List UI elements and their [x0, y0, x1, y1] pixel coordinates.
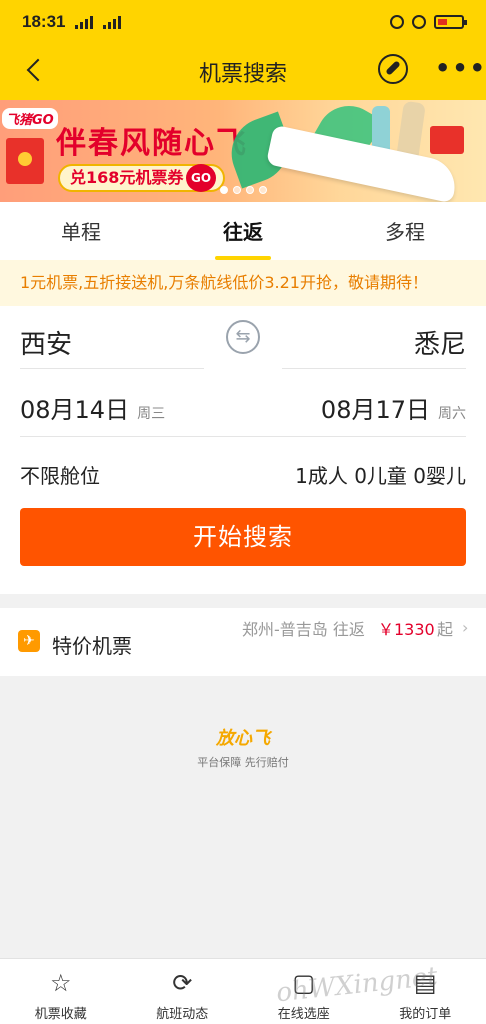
- nav-bar: 机票搜索 •••: [0, 44, 486, 100]
- more-icon[interactable]: •••: [435, 56, 486, 80]
- compass-icon[interactable]: [378, 54, 408, 84]
- back-arrow-icon[interactable]: [20, 56, 50, 86]
- swap-icon[interactable]: [226, 320, 260, 354]
- trip-type-tabs: 单程 往返 多程: [0, 202, 486, 260]
- search-button[interactable]: 开始搜索: [20, 508, 466, 566]
- tab-round-trip[interactable]: 往返: [162, 202, 324, 260]
- assurance-tagline: 平台保障 先行赔付: [197, 756, 289, 769]
- lock-rotation-icon: [390, 15, 404, 29]
- nav-item-favorites[interactable]: ☆ 机票收藏: [0, 959, 122, 1024]
- notice-bar[interactable]: 1元机票,五折接送机,万条航线低价3.21开抢，敬请期待！: [0, 260, 486, 306]
- pagination-dot: [259, 186, 267, 194]
- tab-one-way[interactable]: 单程: [0, 202, 162, 260]
- signal-icon-2: [103, 15, 122, 29]
- star-icon: ☆: [49, 969, 72, 997]
- gift-decoration: [430, 126, 464, 154]
- nav-label: 我的订单: [399, 1007, 452, 1022]
- status-time: 18:31: [22, 12, 66, 31]
- return-weekday: 周六: [438, 406, 466, 422]
- battery-icon: [434, 15, 467, 29]
- depart-date[interactable]: 08月14日 周三: [20, 390, 165, 425]
- special-fare-price: ￥1330: [378, 620, 435, 639]
- top-bar: 18:31 机票搜索 •••: [0, 0, 486, 100]
- cabin-class-selector[interactable]: 不限舱位: [20, 460, 100, 489]
- return-date[interactable]: 08月17日 周六: [321, 390, 466, 425]
- from-city[interactable]: 西安: [20, 324, 72, 361]
- signal-icon: [75, 15, 94, 29]
- special-fare-icon: [18, 630, 40, 652]
- chevron-right-icon: ›: [462, 618, 469, 637]
- return-date-value: 08月17日: [320, 396, 430, 424]
- banner-logo: 飞猪GO: [2, 108, 58, 129]
- status-right: [390, 15, 467, 29]
- passenger-selector[interactable]: 1成人 0儿童 0婴儿: [295, 460, 466, 489]
- pagination-dot: [233, 186, 241, 194]
- nav-label: 在线选座: [277, 1007, 330, 1022]
- special-fares-title: 特价机票: [52, 634, 132, 658]
- status-bar: 18:31: [0, 0, 486, 44]
- pagination-dot: [246, 186, 254, 194]
- pagination-dot: [220, 186, 228, 194]
- nav-item-flight-status[interactable]: ⟳ 航班动态: [122, 959, 244, 1024]
- special-fare-route: 郑州-普吉岛 往返: [242, 620, 365, 639]
- divider: [20, 436, 466, 437]
- nav-label: 机票收藏: [34, 1007, 87, 1022]
- assurance-block: 放心飞 平台保障 先行赔付: [0, 724, 486, 770]
- depart-date-value: 08月14日: [20, 396, 130, 424]
- divider: [282, 368, 466, 369]
- flight-status-icon: ⟳: [172, 969, 193, 997]
- red-envelope-icon: [6, 138, 44, 184]
- page-title: 机票搜索: [198, 62, 287, 87]
- to-city[interactable]: 悉尼: [414, 324, 466, 361]
- alarm-icon: [412, 15, 426, 29]
- depart-weekday: 周三: [137, 406, 166, 422]
- banner-pagination: [220, 186, 267, 194]
- special-fare-unit: 起: [437, 620, 454, 639]
- special-fares-row[interactable]: 特价机票 郑州-普吉岛 往返 ￥1330 起 ›: [0, 608, 486, 676]
- banner-headline: 伴春风随心飞: [56, 126, 248, 161]
- assurance-logo: 放心飞: [216, 728, 270, 749]
- divider: [20, 368, 204, 369]
- banner-go-button[interactable]: GO: [186, 164, 216, 192]
- search-card: 西安 悉尼 08月14日周三 08月17日周六 不限舱位 1成人 0儿童 0婴儿…: [0, 306, 486, 594]
- nav-label: 航班动态: [156, 1007, 209, 1022]
- tab-multi-city[interactable]: 多程: [324, 202, 486, 260]
